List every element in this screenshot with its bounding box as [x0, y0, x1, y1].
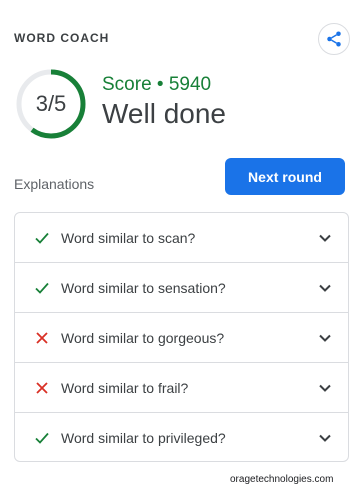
chevron-down-icon[interactable]	[318, 431, 332, 445]
explanation-row[interactable]: Word similar to gorgeous?	[15, 313, 348, 363]
share-icon	[327, 31, 341, 47]
question-text: Word similar to frail?	[61, 379, 189, 396]
chevron-down-icon[interactable]	[318, 331, 332, 345]
score-value: Score • 5940	[102, 74, 212, 95]
chevron-down-icon[interactable]	[318, 281, 332, 295]
explanation-row[interactable]: Word similar to sensation?	[15, 263, 348, 313]
score-fraction: 3/5	[35, 91, 67, 116]
question-text: Word similar to sensation?	[61, 279, 226, 296]
explanation-row[interactable]: Word similar to scan?	[15, 213, 348, 263]
score-ring: 3/5	[16, 69, 86, 139]
check-icon	[34, 230, 50, 246]
question-text: Word similar to gorgeous?	[61, 329, 225, 346]
check-icon	[34, 280, 50, 296]
chevron-down-icon[interactable]	[318, 381, 332, 395]
watermark-text: oragetechnologies.com	[230, 474, 334, 485]
cross-icon	[34, 380, 50, 396]
check-icon	[34, 430, 50, 446]
result-headline: Well done	[102, 98, 227, 129]
share-button[interactable]	[318, 23, 350, 55]
question-text: Word similar to scan?	[61, 229, 196, 246]
cross-icon	[34, 330, 50, 346]
word-coach-title: WORD COACH	[14, 31, 110, 45]
question-text: Word similar to privileged?	[61, 430, 226, 446]
next-round-button[interactable]: Next round	[225, 158, 345, 195]
explanations-label: Explanations	[14, 176, 95, 192]
chevron-down-icon[interactable]	[318, 231, 332, 245]
explanation-row[interactable]: Word similar to privileged?	[15, 413, 348, 461]
explanations-list: Word similar to scan? Word similar to se…	[14, 212, 349, 462]
explanation-row[interactable]: Word similar to frail?	[15, 363, 348, 413]
